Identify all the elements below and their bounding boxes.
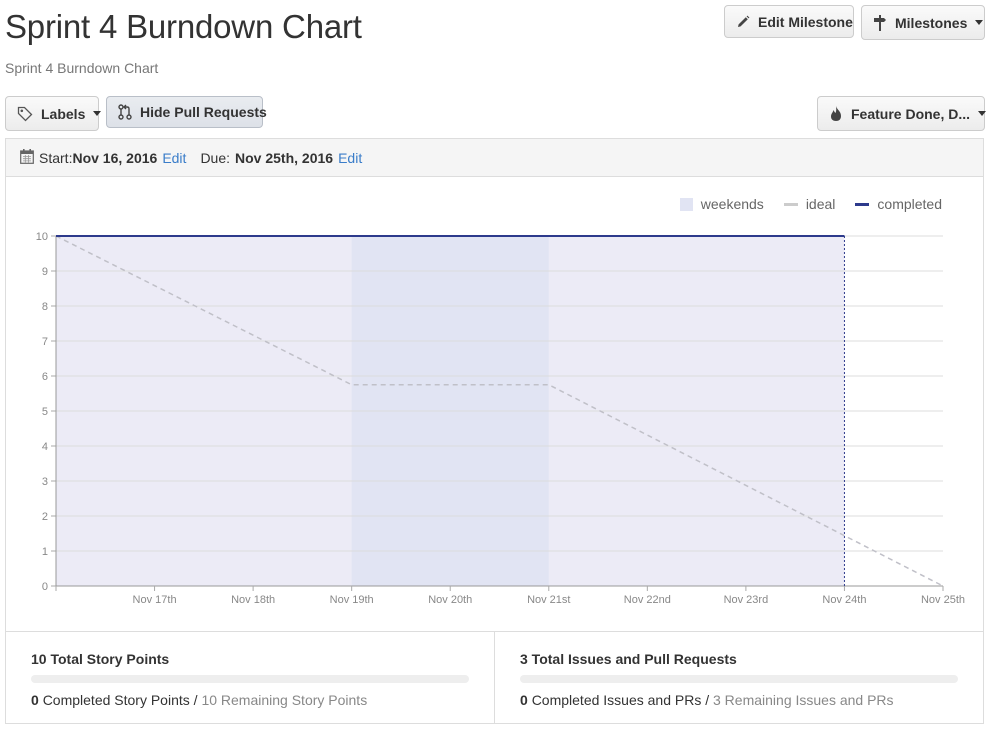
hide-pull-requests-button[interactable]: Hide Pull Requests [106,96,267,128]
story-points-stat: 10 Total Story Points 0 Completed Story … [6,632,495,723]
weekends-swatch [679,197,693,211]
page-subtitle: Sprint 4 Burndown Chart [5,60,159,76]
completed-points-text: Completed Story Points / [42,692,198,708]
x-tick-label: Nov 17th [133,594,177,606]
flame-icon [829,105,843,122]
burndown-panel: Start: Nov 16, 2016 Edit Due: Nov 25th, … [5,138,984,724]
hide-pull-requests-label: Hide Pull Requests [140,104,267,120]
burndown-chart: 0 1 2 3 4 5 6 7 8 9 10 Nov 17th Nov 18th Nov 19th Nov … [36,231,965,606]
legend-ideal: ideal [783,196,836,212]
legend-weekends-label: weekends [700,196,764,212]
x-tick-label: Nov 20th [428,594,472,606]
x-tick-label: Nov 22nd [624,594,671,606]
story-points-summary: 0 Completed Story Points / 10 Remaining … [31,692,367,708]
y-tick-label: 2 [42,511,48,523]
completed-issues-text: Completed Issues and PRs / [531,692,710,708]
milestones-label: Milestones [895,14,968,31]
remaining-points-text: 10 Remaining Story Points [201,692,368,708]
chart-legend: weekends ideal completed [679,196,942,212]
tag-icon [17,106,33,122]
remaining-issues-text: 3 Remaining Issues and PRs [713,692,894,708]
legend-ideal-label: ideal [805,196,836,212]
x-tick-label: Nov 25th [921,594,965,606]
legend-completed: completed [855,196,942,212]
x-tick-label: Nov 19th [330,594,374,606]
stats-section: 10 Total Story Points 0 Completed Story … [6,631,983,723]
issues-summary: 0 Completed Issues and PRs / 3 Remaining… [520,692,894,708]
legend-weekends: weekends [679,196,764,212]
pull-request-icon [118,104,132,120]
x-tick-label: Nov 18th [231,594,275,606]
x-tick-label: Nov 24th [822,594,866,606]
y-tick-label: 8 [42,301,48,313]
feature-filter-label: Feature Done, D... [851,105,971,122]
y-tick-label: 3 [42,476,48,488]
y-tick-label: 10 [36,231,48,243]
pencil-icon [736,15,750,29]
y-tick-label: 6 [42,371,48,383]
labels-dropdown[interactable]: Labels [5,96,102,131]
story-points-progress [31,675,469,683]
legend-completed-label: completed [877,196,942,212]
signpost-icon [873,14,887,31]
y-tick-label: 0 [42,581,48,593]
edit-milestone-button[interactable]: Edit Milestone [724,5,854,38]
chevron-down-icon [978,111,987,116]
completed-issues-count: 0 [520,692,528,708]
y-tick-label: 9 [42,266,48,278]
y-tick-label: 4 [42,441,48,453]
chevron-down-icon [93,111,102,116]
completed-points-count: 0 [31,692,39,708]
edit-milestone-label: Edit Milestone [758,13,853,30]
x-tick-label: Nov 23rd [724,594,769,606]
issues-stat: 3 Total Issues and Pull Requests 0 Compl… [495,632,983,723]
ideal-swatch [783,202,798,206]
issues-progress [520,675,958,683]
labels-label: Labels [41,105,86,122]
y-tick-label: 1 [42,546,48,558]
story-points-title: 10 Total Story Points [31,651,170,667]
page-title: Sprint 4 Burndown Chart [5,8,362,45]
completed-swatch [855,202,870,206]
y-tick-label: 5 [42,406,48,418]
issues-title: 3 Total Issues and Pull Requests [520,651,737,667]
chevron-down-icon [975,20,984,25]
milestones-dropdown[interactable]: Milestones [861,5,985,40]
x-tick-label: Nov 21st [527,594,570,606]
y-tick-label: 7 [42,336,48,348]
feature-filter-dropdown[interactable]: Feature Done, D... [817,96,987,131]
